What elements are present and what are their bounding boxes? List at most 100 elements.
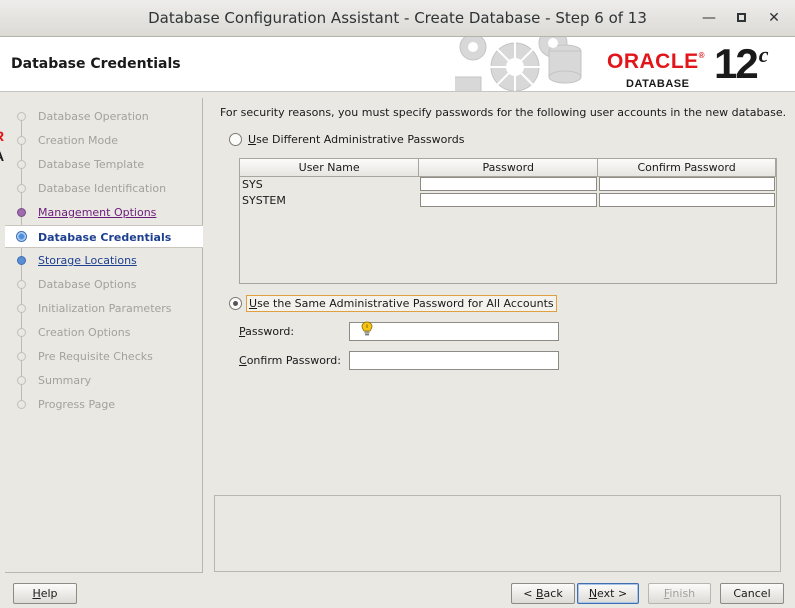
step-dot-icon <box>17 256 26 265</box>
gears-graphic <box>455 37 582 91</box>
oracle-logo: ORACLE® DATABASE <box>607 45 711 91</box>
different-passwords-radio[interactable] <box>229 132 242 146</box>
lightbulb-hint-icon[interactable] <box>361 321 373 337</box>
same-password-radio[interactable] <box>229 296 242 310</box>
nav-item-database-options: Database Options <box>5 273 203 296</box>
nav-item-storage-locations[interactable]: Storage Locations <box>5 249 203 272</box>
nav-item-creation-mode: Creation Mode <box>5 129 203 152</box>
mnemonic-char: B <box>536 587 544 600</box>
edge-fragment: R <box>0 128 4 144</box>
step-dot-icon <box>17 376 26 385</box>
passwords-grid: User Name Password Confirm Password SYS … <box>240 159 776 208</box>
sys-password-cell[interactable] <box>419 177 597 192</box>
button-label: inish <box>669 587 696 600</box>
confirm-password-label: Confirm Password: <box>239 354 349 367</box>
different-passwords-label[interactable]: Use Different Administrative Passwords <box>246 132 466 147</box>
column-header-password[interactable]: Password <box>418 159 599 177</box>
same-password-label[interactable]: Use the Same Administrative Password for… <box>246 294 557 312</box>
nav-item-label: Database Options <box>38 278 137 291</box>
button-label: elp <box>40 587 58 600</box>
back-button[interactable]: < Back <box>511 583 575 604</box>
cancel-button[interactable]: Cancel <box>720 583 784 604</box>
nav-item-label[interactable]: Storage Locations <box>38 249 137 272</box>
sys-confirm-cell[interactable] <box>598 177 775 192</box>
nav-item-label: Database Identification <box>38 182 167 195</box>
intro-text: For security reasons, you must specify p… <box>220 106 787 119</box>
nav-item-label: Creation Mode <box>38 134 119 147</box>
step-dot-icon <box>17 208 26 217</box>
confirm-password-input[interactable] <box>349 350 559 370</box>
password-input[interactable] <box>349 321 559 341</box>
oracle-wordmark: ORACLE <box>607 50 699 73</box>
step-dot-icon <box>17 184 26 193</box>
next-button[interactable]: Next > <box>577 583 639 604</box>
mnemonic-char: N <box>588 587 598 600</box>
nav-item-label: Pre Requisite Checks <box>38 350 153 363</box>
nav-item-label: Summary <box>38 374 92 387</box>
label-text: se the Same Administrative Password for … <box>257 296 554 310</box>
button-prefix: < <box>523 587 536 600</box>
main-content: For security reasons, you must specify p… <box>213 98 788 488</box>
nav-item-label: Initialization Parameters <box>38 302 172 315</box>
label-text: se Different Administrative Passwords <box>256 132 465 146</box>
table-row: SYSTEM <box>240 192 776 208</box>
option-different-passwords[interactable]: Use Different Administrative Passwords <box>229 131 466 147</box>
help-button[interactable]: Help <box>13 583 77 604</box>
button-label: ext > <box>597 587 628 600</box>
oracle-database-label: DATABASE <box>626 78 690 90</box>
page-title: Database Credentials <box>11 56 181 72</box>
nav-item-pre-requisite-checks: Pre Requisite Checks <box>5 345 203 368</box>
step-dot-icon <box>17 352 26 361</box>
button-label: ack <box>543 587 563 600</box>
step-navigation: Database Operation Creation Mode Databas… <box>5 98 203 573</box>
step-dot-icon <box>17 328 26 337</box>
close-button[interactable]: ✕ <box>765 9 783 27</box>
nav-item-database-identification: Database Identification <box>5 177 203 200</box>
nav-item-database-operation: Database Operation <box>5 105 203 128</box>
edge-fragment: A <box>0 148 4 164</box>
nav-item-label: Database Operation <box>38 110 149 123</box>
step-dot-icon <box>17 160 26 169</box>
system-confirm-cell[interactable] <box>598 193 775 207</box>
step-dot-icon <box>17 112 26 121</box>
version-number: 12 <box>714 40 759 87</box>
window-title: Database Configuration Assistant - Creat… <box>148 9 647 27</box>
nav-item-progress-page: Progress Page <box>5 393 203 416</box>
option-same-password[interactable]: Use the Same Administrative Password for… <box>229 294 557 312</box>
version-suffix: c <box>758 42 769 67</box>
finish-button: Finish <box>648 583 711 604</box>
label-text: assword: <box>245 324 295 338</box>
message-area <box>214 495 781 572</box>
version-badge: 12c <box>714 40 768 88</box>
nav-item-label[interactable]: Management Options <box>38 201 156 224</box>
maximize-icon <box>736 13 746 22</box>
password-label: Password: <box>239 325 349 338</box>
password-row: Password: <box>239 321 559 341</box>
nav-item-database-credentials[interactable]: Database Credentials <box>5 225 203 248</box>
user-passwords-table: User Name Password Confirm Password SYS … <box>239 158 777 284</box>
window-titlebar: Database Configuration Assistant - Creat… <box>0 0 795 37</box>
system-password-cell[interactable] <box>419 193 597 207</box>
registered-mark: ® <box>698 51 706 60</box>
nav-item-creation-options: Creation Options <box>5 321 203 344</box>
header-banner: Database Credentials ORACLE® DATABASE 12… <box>0 37 795 92</box>
step-dot-icon <box>17 304 26 313</box>
column-header-user-name[interactable]: User Name <box>240 159 420 177</box>
label-text: onfirm Password: <box>246 353 341 367</box>
user-name-cell: SYS <box>240 176 419 192</box>
nav-item-initialization-parameters: Initialization Parameters <box>5 297 203 320</box>
mnemonic-char: U <box>248 132 257 146</box>
nav-item-label: Database Template <box>38 158 145 171</box>
maximize-button[interactable] <box>732 9 750 27</box>
user-name-cell: SYSTEM <box>240 192 419 208</box>
nav-item-label: Progress Page <box>38 398 116 411</box>
step-dot-icon <box>17 400 26 409</box>
column-header-confirm-password[interactable]: Confirm Password <box>597 159 776 177</box>
minimize-button[interactable]: — <box>700 9 718 27</box>
nav-item-management-options[interactable]: Management Options <box>5 201 203 224</box>
confirm-password-row: Confirm Password: <box>239 350 559 370</box>
step-dot-icon <box>17 136 26 145</box>
button-label: Cancel <box>733 587 771 600</box>
table-row: SYS <box>240 176 776 192</box>
mnemonic-char: H <box>32 587 41 600</box>
